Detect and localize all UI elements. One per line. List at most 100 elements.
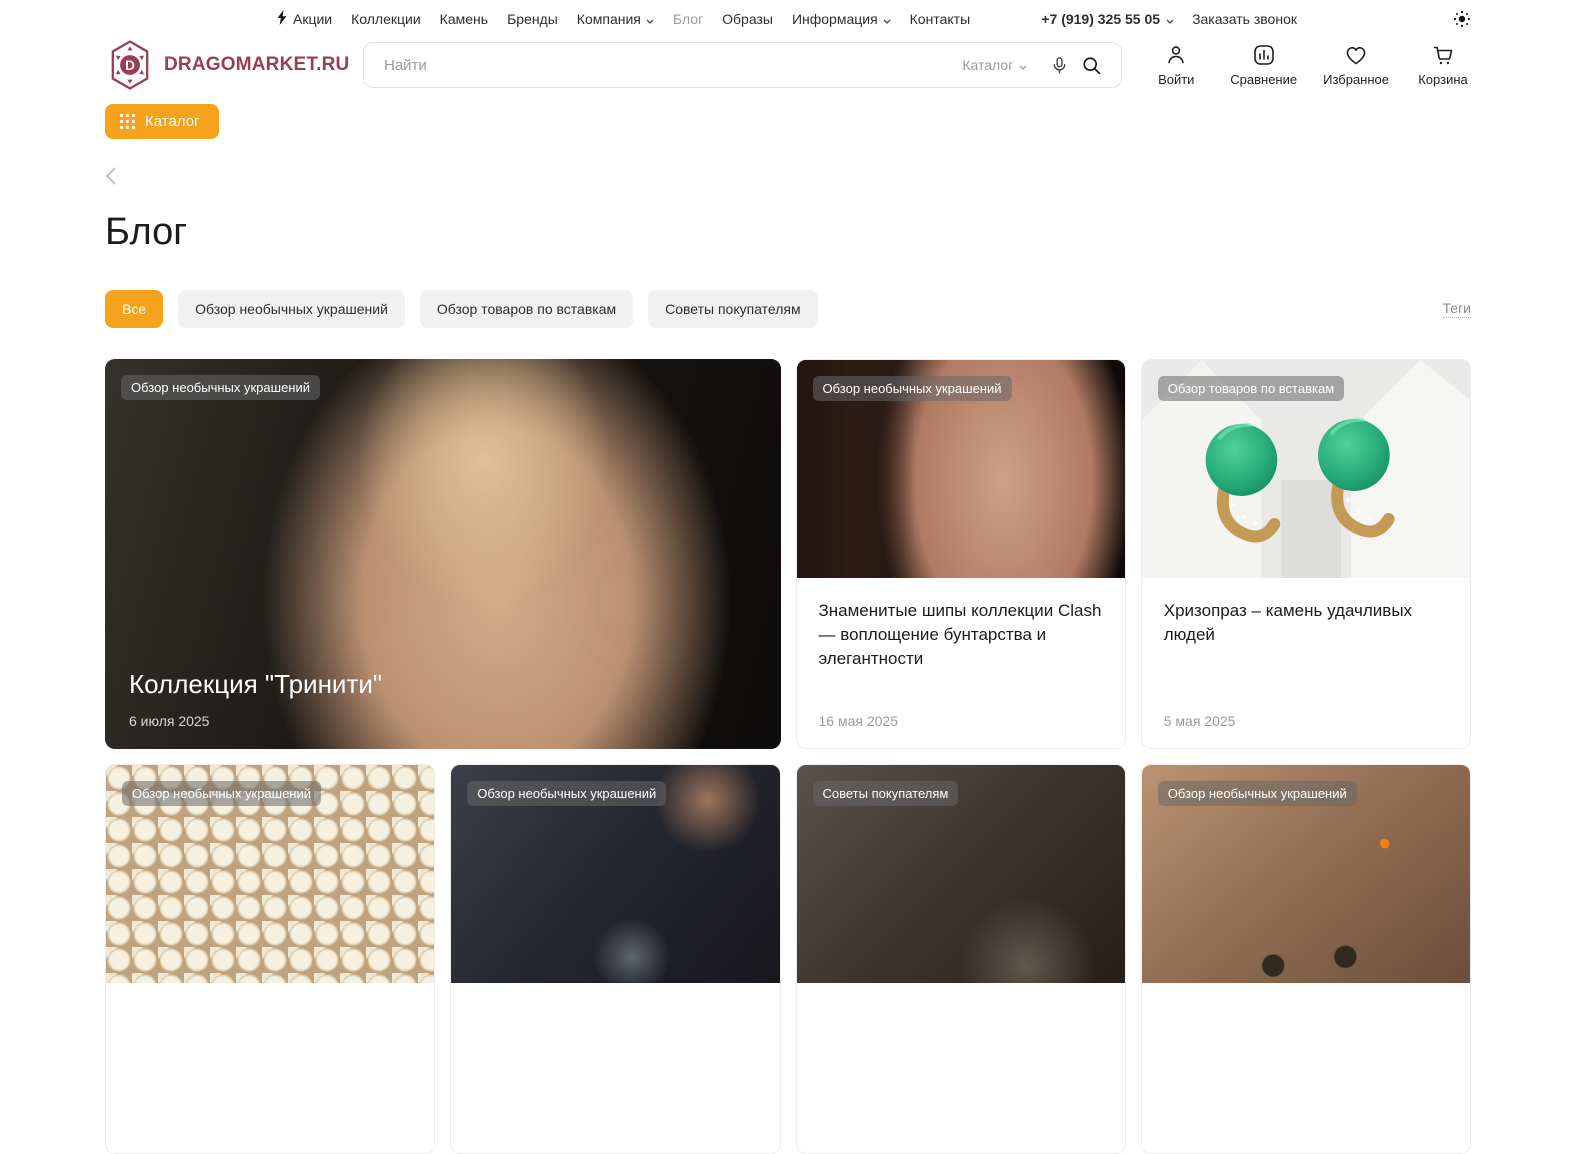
nav-item-label: Компания — [577, 11, 641, 27]
sun-icon — [1453, 10, 1471, 28]
post-image: Обзор необычных украшений Коллекция "Три… — [105, 359, 781, 749]
back-button[interactable] — [105, 167, 123, 189]
nav-item-label: Камень — [440, 11, 488, 27]
search-category-label: Каталог — [962, 57, 1013, 73]
nav-item-obrazy[interactable]: Образы — [722, 11, 773, 27]
post-body: Знаменитые шипы коллекции Clash — воплощ… — [797, 578, 1125, 670]
catalog-button-label: Каталог — [145, 113, 200, 130]
post-title: Знаменитые шипы коллекции Clash — воплощ… — [819, 599, 1103, 670]
post-tag-badge: Обзор необычных украшений — [467, 781, 666, 806]
nav-item-label: Контакты — [910, 11, 970, 27]
main-nav: Акции Коллекции Камень Бренды Компания Б… — [277, 10, 970, 28]
nav-item-label: Бренды — [507, 11, 558, 27]
post-card-chrysoprase[interactable]: Обзор товаров по вставкам Хризопраз – ка… — [1141, 359, 1471, 749]
search-category-dropdown[interactable]: Каталог — [962, 57, 1027, 73]
grid-dots-icon — [119, 113, 136, 130]
search-icon — [1081, 55, 1102, 76]
login-button[interactable]: Войти — [1148, 43, 1204, 87]
compare-label: Сравнение — [1230, 72, 1297, 87]
phone-number[interactable]: +7 (919) 325 55 05 — [1041, 11, 1174, 27]
post-image: Обзор товаров по вставкам — [1142, 360, 1470, 578]
search-bar: Каталог — [363, 42, 1122, 88]
post-card-stone[interactable]: Советы покупателям — [796, 764, 1126, 1154]
post-overlay: Коллекция "Тринити" 6 июля 2025 — [129, 669, 382, 729]
filter-chip-unusual[interactable]: Обзор необычных украшений — [178, 290, 405, 328]
filter-chip-tips[interactable]: Советы покупателям — [648, 290, 818, 328]
chevron-down-icon — [1019, 57, 1027, 73]
post-tag-badge: Советы покупателям — [813, 781, 959, 806]
compare-button[interactable]: Сравнение — [1230, 43, 1297, 87]
nav-item-label: Информация — [792, 11, 878, 27]
theme-toggle-button[interactable] — [1453, 10, 1471, 28]
phone-label: +7 (919) 325 55 05 — [1041, 11, 1160, 27]
microphone-icon — [1050, 56, 1069, 75]
post-card-trinity[interactable]: Обзор необычных украшений Коллекция "Три… — [105, 359, 781, 749]
user-icon — [1164, 43, 1188, 67]
post-date: 6 июля 2025 — [129, 713, 382, 729]
post-body: Хризопраз – камень удачливых людей — [1142, 578, 1470, 647]
lightning-icon — [277, 10, 288, 28]
post-title: Хризопраз – камень удачливых людей — [1164, 599, 1448, 647]
svg-text:D: D — [125, 58, 135, 73]
header: D DRAGOMARKET.RU Каталог — [105, 40, 1471, 90]
cart-icon — [1431, 43, 1455, 67]
filter-chip-inserts[interactable]: Обзор товаров по вставкам — [420, 290, 633, 328]
brand-logo[interactable]: D DRAGOMARKET.RU — [105, 40, 363, 90]
nav-item-informaciya[interactable]: Информация — [792, 11, 891, 27]
favorites-label: Избранное — [1323, 72, 1389, 87]
chevron-down-icon — [883, 11, 891, 27]
posts-grid: Обзор необычных украшений Коллекция "Три… — [105, 359, 1471, 1154]
nav-item-kamen[interactable]: Камень — [440, 11, 488, 27]
nav-item-label: Акции — [293, 11, 332, 27]
search-submit-button[interactable] — [1075, 49, 1107, 81]
post-card-pearls[interactable]: Обзор необычных украшений — [105, 764, 435, 1154]
post-tag-badge: Обзор необычных украшений — [813, 376, 1012, 401]
post-image: Обзор необычных украшений — [797, 360, 1125, 578]
page-title: Блог — [105, 211, 1471, 254]
post-tag-badge: Обзор необычных украшений — [122, 781, 321, 806]
nav-item-label: Коллекции — [351, 11, 421, 27]
nav-item-kontakty[interactable]: Контакты — [910, 11, 970, 27]
compare-icon — [1252, 43, 1276, 67]
post-card-clash[interactable]: Обзор необычных украшений Знаменитые шип… — [796, 359, 1126, 749]
nav-item-akcii[interactable]: Акции — [277, 10, 332, 28]
topbar: Акции Коллекции Камень Бренды Компания Б… — [105, 0, 1471, 28]
voice-search-button[interactable] — [1043, 49, 1075, 81]
filter-chip-all[interactable]: Все — [105, 290, 163, 328]
nav-item-brendy[interactable]: Бренды — [507, 11, 558, 27]
header-actions: Войти Сравнение Избранное — [1148, 43, 1471, 87]
post-title: Коллекция "Тринити" — [129, 669, 382, 700]
post-date: 16 мая 2025 — [819, 713, 899, 729]
post-date: 5 мая 2025 — [1164, 713, 1236, 729]
nav-item-blog[interactable]: Блог — [673, 11, 703, 27]
page-container: Акции Коллекции Камень Бренды Компания Б… — [105, 0, 1471, 1154]
post-tag-badge: Обзор товаров по вставкам — [1158, 376, 1344, 401]
post-tag-badge: Обзор необычных украшений — [1158, 781, 1357, 806]
phone-group: +7 (919) 325 55 05 Заказать звонок — [1041, 11, 1297, 27]
brand-name: DRAGOMARKET.RU — [164, 54, 349, 76]
chevron-left-icon — [105, 167, 116, 185]
login-label: Войти — [1158, 72, 1194, 87]
post-image: Обзор необычных украшений — [451, 765, 779, 983]
catalog-button[interactable]: Каталог — [105, 104, 219, 139]
favorites-button[interactable]: Избранное — [1323, 43, 1389, 87]
cart-label: Корзина — [1418, 72, 1468, 87]
post-image: Обзор необычных украшений — [106, 765, 434, 983]
post-tag-badge: Обзор необычных украшений — [121, 375, 320, 400]
tags-link[interactable]: Теги — [1443, 300, 1471, 318]
post-card-watch[interactable]: Обзор необычных украшений — [450, 764, 780, 1154]
nav-item-label: Образы — [722, 11, 773, 27]
search-input[interactable] — [382, 56, 962, 75]
nav-item-kollekcii[interactable]: Коллекции — [351, 11, 421, 27]
heart-icon — [1344, 43, 1368, 67]
callback-link[interactable]: Заказать звонок — [1192, 11, 1297, 27]
logo-icon: D — [105, 40, 155, 90]
post-image: Обзор необычных украшений — [1142, 765, 1470, 983]
nav-item-label: Блог — [673, 11, 703, 27]
cart-button[interactable]: Корзина — [1415, 43, 1471, 87]
filter-row: Все Обзор необычных украшений Обзор това… — [105, 290, 1471, 328]
post-card-earrings[interactable]: Обзор необычных украшений — [1141, 764, 1471, 1154]
post-image: Советы покупателям — [797, 765, 1125, 983]
chevron-down-icon — [1166, 11, 1174, 27]
nav-item-kompaniya[interactable]: Компания — [577, 11, 654, 27]
